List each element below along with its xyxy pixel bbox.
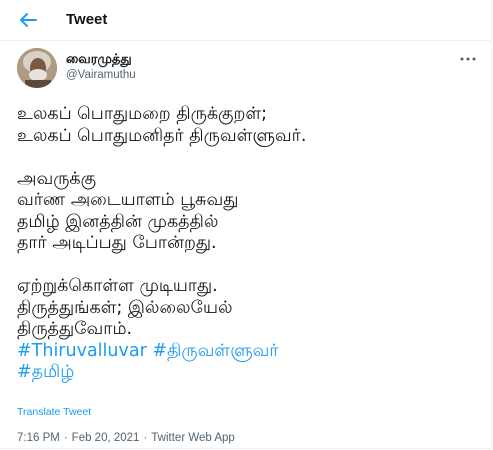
tweet-line: தமிழ் இனத்தின் முகத்தில் [17,211,219,232]
separator-dot: · [143,432,148,444]
tweet-line: திருத்துங்கள்; இல்லையேல் [17,297,233,318]
page-title: Tweet [66,11,108,28]
hashtag-row: #Thiruvalluvar #திருவள்ளுவர் [17,341,485,363]
tweet-line: ஏற்றுக்கொள்ள முடியாது. [17,276,218,296]
tweet-metadata: 7:16 PM · Feb 20, 2021 · Twitter Web App [17,431,235,445]
tweet-line: உலகப் பொதுமனிதர் திருவள்ளுவர். [17,125,307,146]
tweet-line: திருத்துவோம். [17,319,133,339]
tweet-page: Tweet வைரமுத்து @Vairamuthu உலகப் பொதுமற… [0,0,492,449]
tweet-time[interactable]: 7:16 PM [17,432,60,444]
tweet-text: உலகப் பொதுமறை திருக்குறள்; உலகப் பொதுமனி… [17,104,485,384]
more-icon [460,57,476,61]
tweet-date[interactable]: Feb 20, 2021 [72,432,140,444]
avatar[interactable] [17,48,57,88]
author-handle[interactable]: @Vairamuthu [66,68,136,82]
tweet-line: வர்ண அடையாளம் பூசுவது [17,190,239,210]
tweet-line: உலகப் பொதுமறை திருக்குறள்; [17,104,268,124]
author-photo [17,48,57,88]
tweet-line: தார் அடிப்பது போன்றது. [17,233,217,253]
page-header: Tweet [0,0,491,41]
translate-tweet-link[interactable]: Translate Tweet [17,406,91,419]
author-name[interactable]: வைரமுத்து [66,51,132,67]
hashtag-row: #தமிழ் [17,362,485,384]
hashtag-link[interactable]: #Thiruvalluvar [17,341,147,361]
hashtag-link[interactable]: #தமிழ் [17,362,74,382]
back-button[interactable] [14,7,42,33]
separator-dot: · [63,432,68,444]
hashtag-link[interactable]: #திருவள்ளுவர் [152,341,278,361]
arrow-left-icon [20,13,37,27]
tweet-source[interactable]: Twitter Web App [151,432,235,444]
tweet-line: அவருக்கு [17,168,97,189]
more-options-button[interactable] [459,52,477,66]
